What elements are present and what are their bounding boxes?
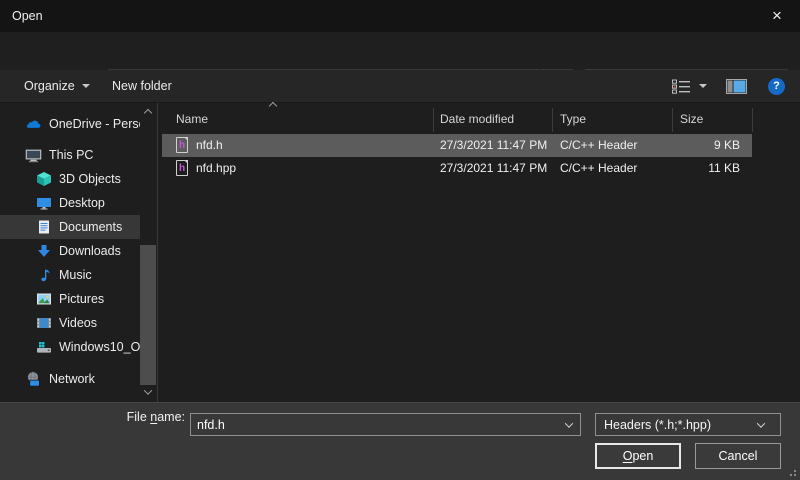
close-button[interactable]: × (754, 0, 800, 32)
sidebar-item-label: OneDrive - Persor (49, 117, 140, 131)
file-size: 11 KB (662, 161, 740, 175)
header-file-icon: h (176, 137, 188, 153)
sidebar-item-label: Desktop (59, 196, 105, 210)
navigation-bar: ← → ↑ « GitHub nativefiledialog src incl… (0, 32, 800, 70)
organize-menu-button[interactable]: Organize (24, 70, 90, 102)
column-header-size[interactable]: Size (680, 112, 703, 126)
file-type-select[interactable]: Headers (*.h;*.hpp) (595, 413, 781, 436)
new-folder-button[interactable]: New folder (112, 70, 172, 102)
file-row-nfd-h[interactable]: h nfd.h 27/3/2021 11:47 PM C/C++ Header … (162, 134, 752, 157)
organize-label: Organize (24, 79, 75, 93)
title-bar: Open × (0, 0, 800, 32)
column-header-type[interactable]: Type (560, 112, 586, 126)
sidebar-item-videos[interactable]: Videos (0, 311, 140, 335)
pictures-icon (35, 291, 52, 308)
sidebar-scrollbar[interactable] (140, 103, 156, 402)
chevron-down-icon (757, 419, 765, 427)
column-header-date-modified[interactable]: Date modified (440, 112, 514, 126)
file-name: nfd.h (196, 138, 223, 152)
sidebar-item-label: Videos (59, 316, 97, 330)
onedrive-cloud-icon (25, 116, 42, 133)
open-button[interactable]: Open (595, 443, 681, 469)
3d-objects-icon (35, 171, 52, 188)
sidebar-item-downloads[interactable]: Downloads (0, 239, 140, 263)
scrollbar-up-icon[interactable] (140, 105, 156, 121)
file-type: C/C++ Header (560, 138, 637, 152)
sidebar-item-label: Downloads (59, 244, 121, 258)
file-date-modified: 27/3/2021 11:47 PM (440, 161, 547, 175)
new-folder-label: New folder (112, 79, 172, 93)
preview-pane-button[interactable] (726, 70, 747, 102)
file-date-modified: 27/3/2021 11:47 PM (440, 138, 547, 152)
sidebar-item-windows10-os-drive[interactable]: Windows10_OS ( (0, 335, 140, 359)
details-view-icon (672, 79, 691, 94)
documents-icon (35, 219, 52, 236)
scrollbar-down-icon[interactable] (140, 384, 156, 400)
file-name-input[interactable] (191, 418, 566, 432)
command-bar: Organize New folder (0, 70, 800, 103)
sidebar-item-label: Pictures (59, 292, 104, 306)
file-name-combobox[interactable] (190, 413, 581, 436)
sidebar-item-this-pc[interactable]: This PC (0, 143, 140, 167)
downloads-icon (35, 243, 52, 260)
sidebar-item-3d-objects[interactable]: 3D Objects (0, 167, 140, 191)
file-row-nfd-hpp[interactable]: h nfd.hpp 27/3/2021 11:47 PM C/C++ Heade… (162, 157, 752, 180)
sidebar-item-onedrive[interactable]: OneDrive - Persor (0, 112, 140, 136)
sidebar-separator (157, 103, 158, 402)
sidebar-item-label: This PC (49, 148, 93, 162)
footer-panel: File name: Headers (*.h;*.hpp) Open Canc… (0, 402, 800, 480)
file-type: C/C++ Header (560, 161, 637, 175)
caret-down-icon (699, 84, 707, 88)
videos-icon (35, 315, 52, 332)
file-name: nfd.hpp (196, 161, 236, 175)
music-icon (35, 267, 52, 284)
views-dropdown-button[interactable] (699, 70, 707, 102)
details-view-button[interactable] (672, 70, 691, 102)
sidebar-item-pictures[interactable]: Pictures (0, 287, 140, 311)
sidebar-item-label: Music (59, 268, 92, 282)
file-name-label: File name: (90, 410, 185, 424)
resize-grip[interactable] (788, 468, 796, 476)
this-pc-icon (25, 147, 42, 164)
window-title: Open (12, 9, 43, 23)
help-button[interactable]: ? (768, 70, 785, 102)
cancel-button[interactable]: Cancel (695, 443, 781, 469)
network-icon (25, 371, 42, 388)
sidebar-item-documents[interactable]: Documents (0, 215, 140, 239)
preview-pane-icon (726, 79, 747, 94)
sidebar-item-label: 3D Objects (59, 172, 121, 186)
sidebar-item-network[interactable]: Network (0, 367, 140, 391)
header-file-icon: h (176, 160, 188, 176)
drive-icon (35, 339, 52, 356)
help-icon: ? (768, 78, 785, 95)
sidebar-item-label: Documents (59, 220, 122, 234)
close-icon: × (772, 6, 782, 26)
scrollbar-thumb[interactable] (140, 245, 156, 385)
open-dialog-window: Open × ← → ↑ « GitHub nativefiledialog s… (0, 0, 800, 480)
sidebar-item-label: Windows10_OS ( (59, 340, 140, 354)
file-type-value: Headers (*.h;*.hpp) (604, 418, 711, 432)
caret-down-icon (82, 84, 90, 88)
column-header-name[interactable]: Name (176, 112, 208, 126)
chevron-down-icon (565, 419, 573, 427)
sidebar-item-music[interactable]: Music (0, 263, 140, 287)
file-size: 9 KB (662, 138, 740, 152)
list-header: Name Date modified Type Size (160, 105, 800, 133)
desktop-icon (35, 195, 52, 212)
sidebar-item-desktop[interactable]: Desktop (0, 191, 140, 215)
sidebar-item-label: Network (49, 372, 95, 386)
